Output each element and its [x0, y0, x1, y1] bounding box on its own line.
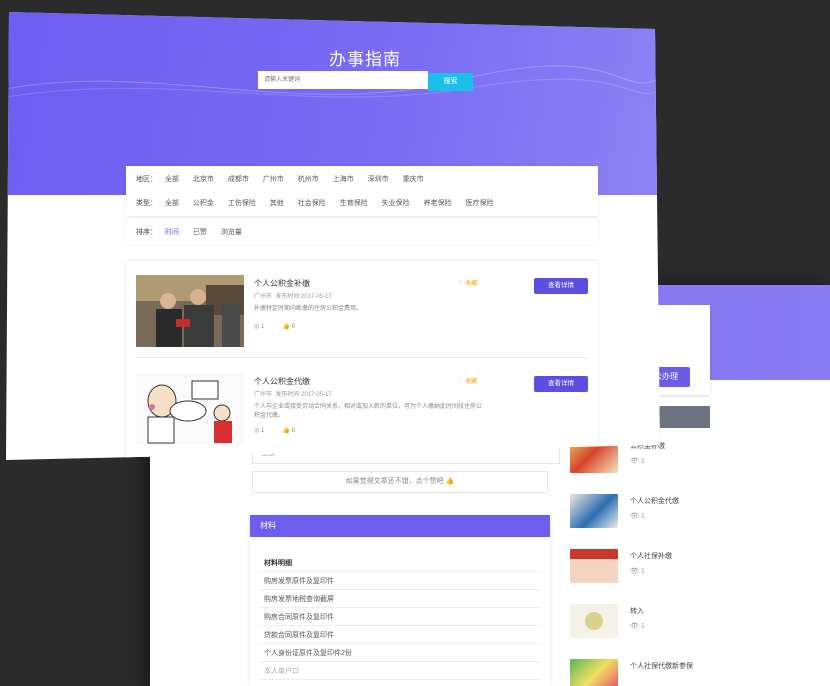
region-label: 地区： — [136, 176, 157, 183]
item-meta: 广州市 发布时间 2017-05-17 — [254, 291, 332, 300]
materials-row: 贷款合同原件及复印件 — [260, 627, 540, 644]
materials-row: 购房发票地税查询截屏 — [260, 591, 540, 608]
sidebar-item-title: 个人社保补缴 — [630, 553, 672, 560]
guide-list: 个人公积金补缴 广州市 发布时间 2017-05-17 补缴特定时期内断缴的住房… — [126, 261, 598, 460]
item-title[interactable]: 个人公积金补缴 — [254, 278, 310, 289]
materials-card: 材料 材料明细 购房发票原件及复印件 购房发票地税查询截屏 购房合同原件及复印件… — [250, 515, 550, 686]
type-option[interactable]: 失业保险 — [382, 200, 410, 207]
like-icon[interactable]: 👍 — [283, 324, 290, 330]
sidebar-item-title: 个人社保代缴新参保 — [630, 663, 693, 670]
like-tip[interactable]: 如果觉得文章还不错，点个赞吧 👍 — [252, 471, 548, 493]
like-icon[interactable]: 👍 — [283, 428, 290, 434]
item-city: 广州市 — [254, 392, 273, 398]
sort-option-time[interactable]: 时间 — [165, 229, 179, 236]
item-date: 发布时间 2017-05-17 — [275, 392, 332, 398]
list-item[interactable]: 个人公积金代缴 广州市 发布时间 2017-05-17 个人与企业或接受劳动合同… — [136, 373, 588, 460]
view-details-button[interactable]: 查看详情 — [534, 376, 588, 392]
list-divider — [136, 357, 588, 358]
type-option[interactable]: 医疗保险 — [466, 200, 494, 207]
sort-option-views[interactable]: 浏览量 — [221, 229, 242, 236]
type-option[interactable]: 生育保险 — [340, 200, 368, 207]
region-option[interactable]: 深圳市 — [368, 176, 389, 183]
region-option[interactable]: 全部 — [165, 176, 179, 183]
list-page-screen: 办事指南 搜索 地区： 全部 北京市 成都市 广州市 杭州市 上海市 深圳市 重… — [6, 12, 660, 460]
item-title[interactable]: 个人公积金代缴 — [254, 376, 310, 387]
favorite-button[interactable]: ♡ 收藏 — [458, 376, 477, 385]
materials-row: 个人身份证原件及复印件2份 — [260, 645, 540, 662]
type-option[interactable]: 社会保险 — [298, 200, 326, 207]
search-button[interactable]: 搜索 — [428, 73, 473, 91]
sidebar-item-title: 个人公积金代缴 — [630, 498, 679, 505]
materials-row: 购房发票原件及复印件 — [260, 573, 540, 590]
heart-icon: ♡ — [458, 281, 464, 287]
type-option[interactable]: 养老保险 — [424, 200, 452, 207]
type-option[interactable]: 工伤保险 — [228, 200, 256, 207]
sidebar-thumb — [570, 494, 618, 528]
materials-row: 购房合同原件及复印件 — [260, 609, 540, 626]
type-option[interactable]: 其他 — [270, 200, 284, 207]
view-icon: ◎ — [254, 428, 260, 434]
item-description: 补缴特定时期内断缴的住房公积金费用。 — [254, 306, 363, 312]
item-stats: ◎ 1 👍 0 — [254, 324, 296, 330]
view-count: 👁 1 — [630, 513, 645, 520]
materials-row: 材料明细 — [260, 555, 540, 572]
sidebar-thumb — [570, 659, 618, 686]
materials-title: 材料 — [250, 515, 550, 537]
view-count: 👁 1 — [630, 568, 645, 575]
sidebar-item[interactable]: 个人公积金代缴 👁 1 — [570, 490, 702, 540]
view-count: 👁 1 — [630, 458, 645, 465]
sort-panel: 排序： 时间 已赞 浏览量 — [126, 218, 598, 244]
sidebar-thumb — [570, 549, 618, 583]
sidebar-item[interactable]: 个人社保补缴 👁 1 — [570, 545, 702, 595]
view-count: 👁 1 — [630, 623, 645, 630]
sidebar-item[interactable]: 个人社保代缴新参保 — [570, 655, 702, 686]
region-filter-row: 地区： 全部 北京市 成都市 广州市 杭州市 上海市 深圳市 重庆市 — [136, 174, 436, 184]
page-title: 办事指南 — [329, 50, 401, 69]
item-date: 发布时间 2017-05-17 — [275, 294, 332, 300]
type-option[interactable]: 全部 — [165, 200, 179, 207]
region-option[interactable]: 北京市 — [193, 176, 214, 183]
type-option[interactable]: 公积金 — [193, 200, 214, 207]
sort-label: 排序： — [136, 229, 157, 236]
favorite-button[interactable]: ♡ 收藏 — [458, 278, 477, 287]
item-description: 个人与企业或接受劳动合同关系，相对或加入新的单位，可为个人缴纳此时间段住房公积金… — [254, 404, 483, 419]
item-stats: ◎ 1 👍 0 — [254, 428, 296, 434]
region-option[interactable]: 杭州市 — [298, 176, 319, 183]
item-photo — [136, 275, 244, 347]
item-meta: 广州市 发布时间 2017-05-17 — [254, 389, 332, 398]
filter-panel: 地区： 全部 北京市 成都市 广州市 杭州市 上海市 深圳市 重庆市 类型： 全… — [126, 166, 598, 216]
view-details-button[interactable]: 查看详情 — [534, 278, 588, 294]
type-label: 类型： — [136, 200, 157, 207]
region-option[interactable]: 成都市 — [228, 176, 249, 183]
sidebar-item[interactable]: 转入 👁 1 — [570, 600, 702, 650]
sidebar-item-title: 转入 — [630, 608, 644, 615]
sort-option-liked[interactable]: 已赞 — [193, 229, 207, 236]
search-input[interactable] — [258, 71, 428, 89]
view-icon: ◎ — [254, 324, 260, 330]
item-cartoon — [136, 373, 244, 445]
sort-row: 排序： 时间 已赞 浏览量 — [136, 227, 254, 237]
region-option[interactable]: 上海市 — [333, 176, 354, 183]
item-city: 广州市 — [254, 294, 273, 300]
type-filter-row: 类型： 全部 公积金 工伤保险 其他 社会保险 生育保险 失业保险 养老保险 医… — [136, 198, 506, 208]
region-option[interactable]: 重庆市 — [403, 176, 424, 183]
list-item[interactable]: 个人公积金补缴 广州市 发布时间 2017-05-17 补缴特定时期内断缴的住房… — [136, 275, 588, 365]
materials-row: 本人单户口 — [260, 663, 540, 680]
sidebar-thumb — [570, 604, 618, 638]
region-option[interactable]: 广州市 — [263, 176, 284, 183]
heart-icon: ♡ — [458, 379, 464, 385]
